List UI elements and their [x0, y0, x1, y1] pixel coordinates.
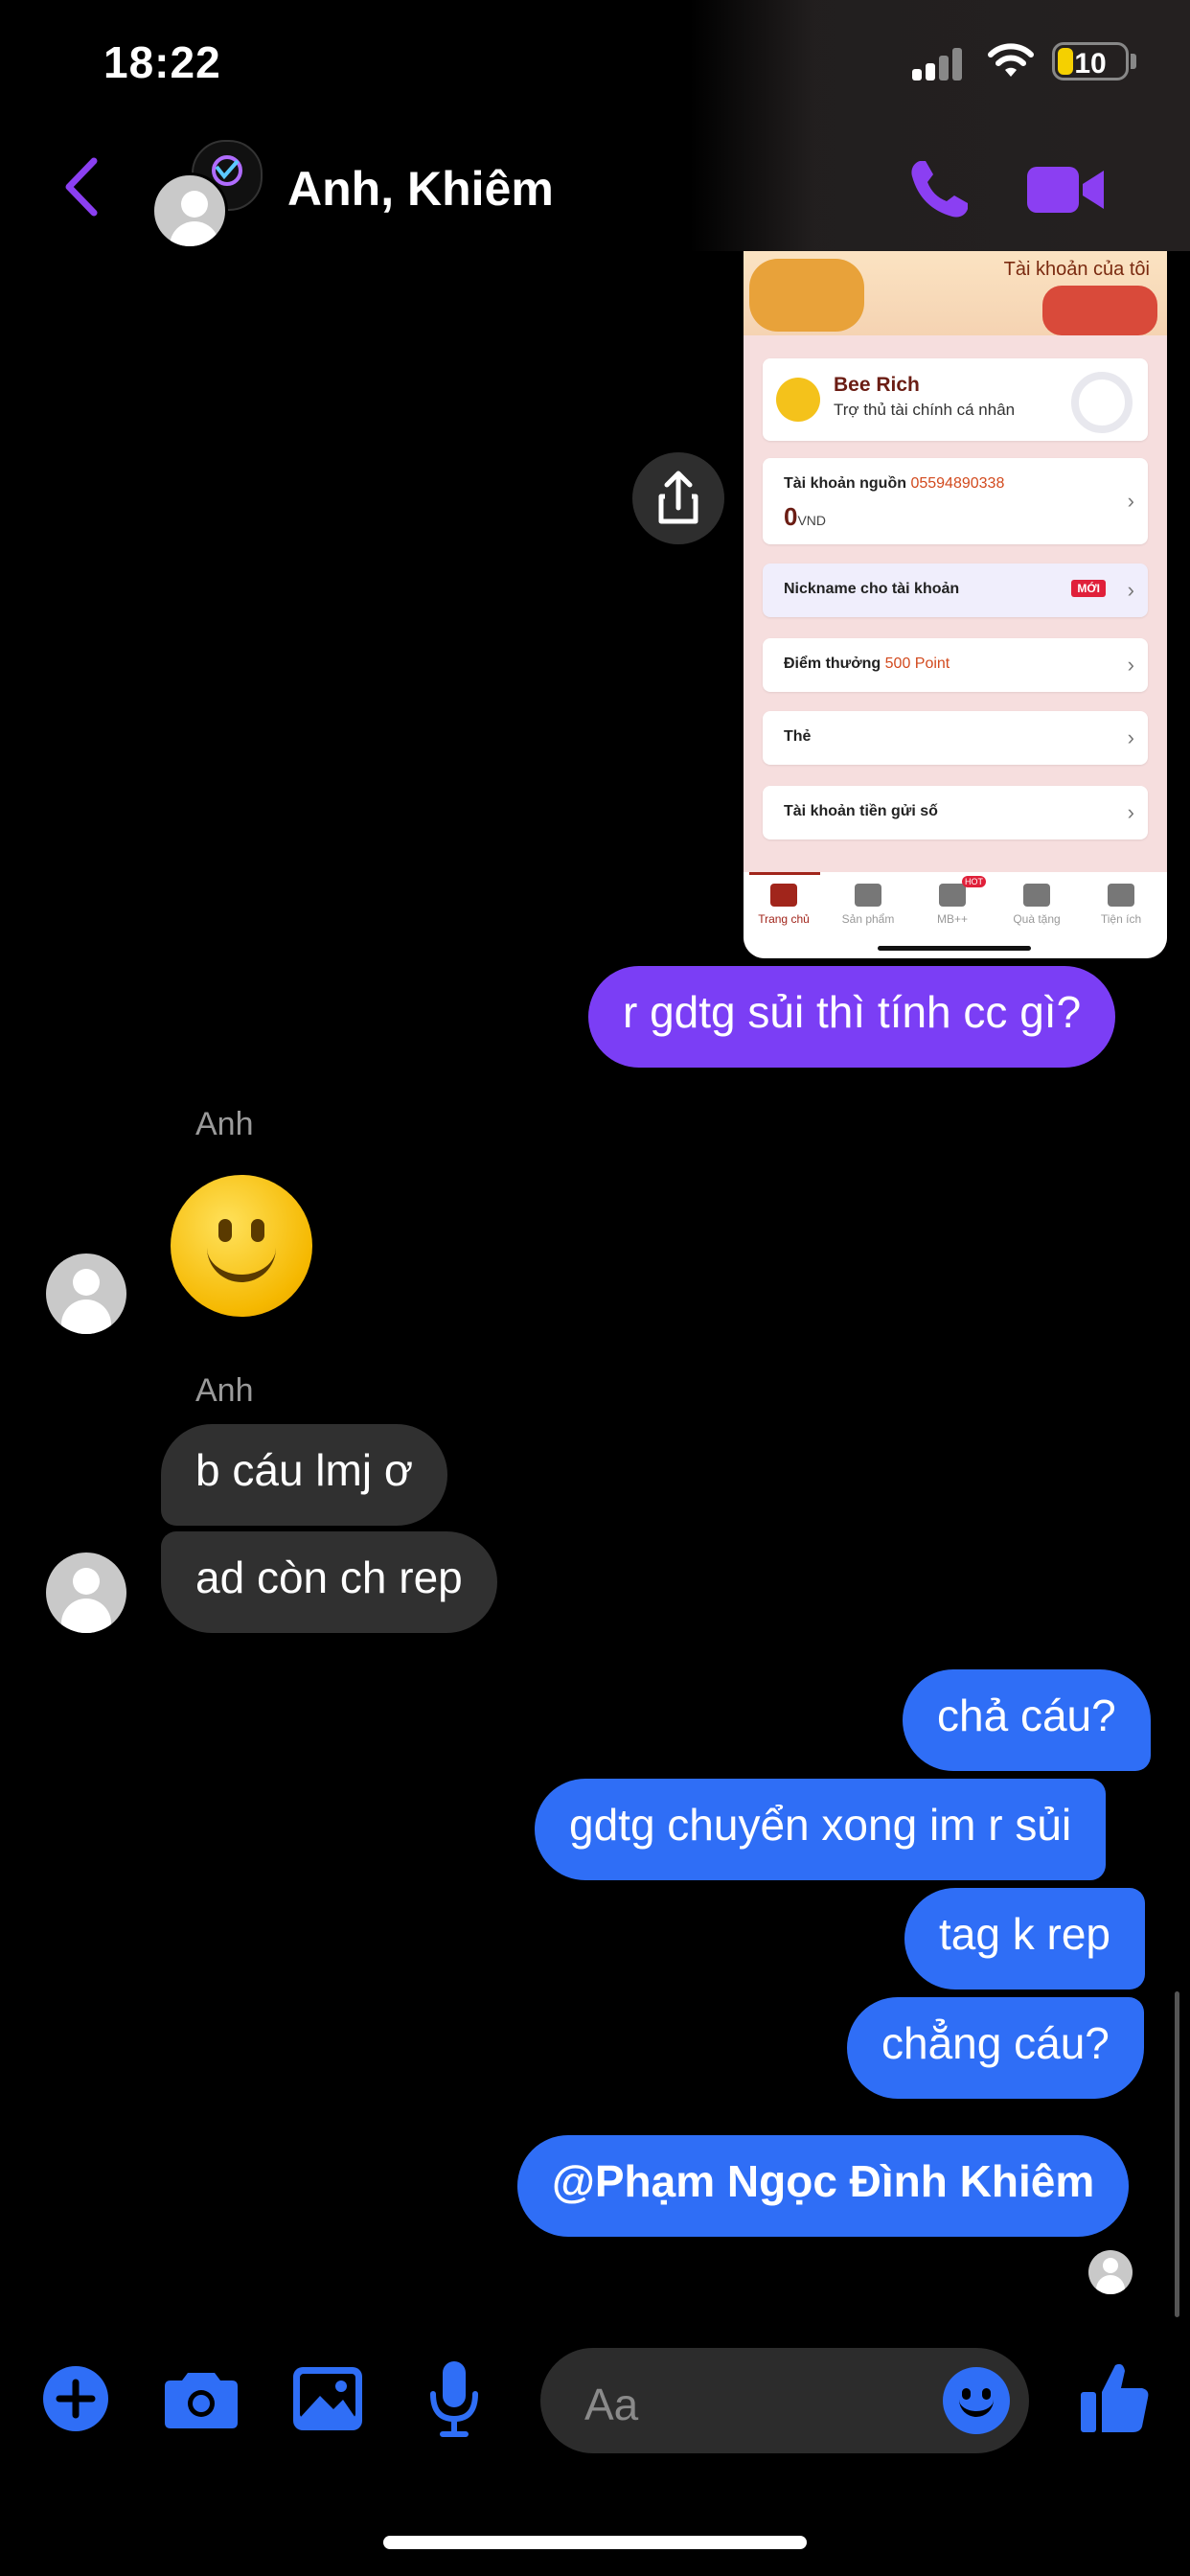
- message-input-placeholder: Aa: [584, 2380, 639, 2429]
- nickname-card[interactable]: Nickname cho tài khoản MỚI ›: [763, 564, 1148, 617]
- chevron-right-icon: ›: [1127, 489, 1134, 513]
- tab-home[interactable]: Trang chủ: [745, 884, 822, 926]
- bee-avatar: [776, 378, 820, 422]
- back-chevron-icon[interactable]: [57, 153, 105, 220]
- card-row[interactable]: Thẻ ›: [763, 711, 1148, 765]
- avatar[interactable]: [46, 1254, 126, 1334]
- tab-products[interactable]: Sản phẩm: [830, 884, 906, 926]
- plus-icon[interactable]: [40, 2363, 111, 2434]
- profile-name: Bee Rich: [834, 374, 920, 396]
- chevron-right-icon: ›: [1127, 578, 1134, 602]
- banner-title: Tài khoản của tôi: [1003, 259, 1150, 280]
- grid-icon: [1108, 884, 1134, 907]
- image-banner: Tài khoản của tôi: [744, 251, 1167, 335]
- gift-card-icon: [1023, 884, 1050, 907]
- source-account-number: 05594890338: [910, 475, 1005, 492]
- message-bubble-outgoing[interactable]: chả cáu?: [903, 1669, 1151, 1771]
- message-bubble-outgoing[interactable]: r gdtg sủi thì tính cc gì?: [588, 966, 1116, 1068]
- tab-label: Trang chủ: [758, 912, 810, 926]
- thumbs-up-icon[interactable]: [1081, 2359, 1150, 2434]
- new-badge: MỚI: [1071, 580, 1106, 597]
- points-label: Điểm thưởng: [784, 656, 881, 672]
- message-bubble-outgoing[interactable]: chẳng cáu?: [847, 1997, 1144, 2099]
- avatar[interactable]: [46, 1552, 126, 1633]
- folder-icon: [855, 884, 881, 907]
- home-indicator: [383, 2536, 807, 2549]
- mention-message-bubble[interactable]: @Phạm Ngọc Đình Khiêm: [517, 2135, 1130, 2237]
- tab-label: Tiện ích: [1100, 912, 1142, 926]
- message-bubble-outgoing[interactable]: tag k rep: [904, 1888, 1145, 1990]
- savings-card[interactable]: Tài khoản tiền gửi số ›: [763, 786, 1148, 840]
- hot-badge: HOT: [962, 876, 986, 887]
- image-home-indicator: [878, 946, 1031, 951]
- tab-label: Quà tặng: [1013, 912, 1061, 926]
- battery-tip: [1131, 54, 1136, 69]
- tab-gifts[interactable]: Quà tặng: [998, 884, 1075, 926]
- points-card[interactable]: Điểm thưởng 500 Point ›: [763, 638, 1148, 692]
- progress-ring: [1071, 372, 1133, 433]
- share-icon: [658, 471, 698, 524]
- battery-level: 10: [1074, 48, 1107, 80]
- source-account-card[interactable]: Tài khoản nguồn 05594890338 0VND ›: [763, 458, 1148, 544]
- message-bubble-incoming[interactable]: b cáu lmj ơ: [161, 1424, 448, 1526]
- group-avatar[interactable]: [151, 140, 266, 249]
- tab-label: MB++: [936, 912, 968, 926]
- nickname-label: Nickname cho tài khoản: [784, 581, 960, 597]
- source-account-label: Tài khoản nguồn: [784, 475, 906, 492]
- image-tab-bar: Trang chủ Sản phẩm MB++ HOT Quà tặng Tiệ…: [744, 872, 1167, 958]
- points-value: 500 Point: [884, 656, 950, 672]
- chevron-right-icon: ›: [1127, 653, 1134, 677]
- profile-card[interactable]: Bee Rich Trợ thủ tài chính cá nhân: [763, 358, 1148, 441]
- smiling-face-emoji[interactable]: [171, 1175, 312, 1317]
- account-balance: 0: [784, 502, 798, 531]
- phone-call-icon[interactable]: [906, 155, 973, 222]
- wifi-icon: [988, 43, 1034, 77]
- chevron-right-icon: ›: [1127, 725, 1134, 749]
- tab-mbplus[interactable]: MB++ HOT: [914, 876, 991, 926]
- camera-icon[interactable]: [165, 2367, 238, 2430]
- cellular-signal-icon: [912, 48, 964, 80]
- read-receipt-avatar: [1088, 2250, 1133, 2294]
- member-avatar: [151, 172, 228, 249]
- status-time: 18:22: [103, 37, 221, 87]
- microphone-icon[interactable]: [427, 2361, 481, 2438]
- chevron-right-icon: ›: [1127, 800, 1134, 824]
- kids-illustration: [1042, 286, 1157, 335]
- profile-subtitle: Trợ thủ tài chính cá nhân: [834, 401, 1016, 419]
- emoji-icon[interactable]: [943, 2367, 1010, 2434]
- tab-utilities[interactable]: Tiện ích: [1083, 884, 1159, 926]
- card-label: Thẻ: [784, 728, 812, 745]
- video-call-icon[interactable]: [1027, 161, 1104, 218]
- active-tab-indicator: [749, 872, 820, 875]
- battery-icon: 10: [1052, 42, 1129, 80]
- sender-name: Anh: [195, 1106, 254, 1142]
- home-icon: [770, 884, 797, 907]
- balance-currency: VND: [797, 513, 827, 528]
- sender-name: Anh: [195, 1372, 254, 1409]
- conversation-title[interactable]: Anh, Khiêm: [287, 161, 554, 217]
- share-button[interactable]: [632, 452, 724, 544]
- scrollbar[interactable]: [1175, 1991, 1179, 2317]
- shared-image[interactable]: Tài khoản của tôi Bee Rich Trợ thủ tài c…: [744, 251, 1167, 958]
- lion-dance-illustration: [749, 259, 864, 332]
- gallery-icon[interactable]: [293, 2367, 362, 2430]
- message-bubble-outgoing[interactable]: gdtg chuyển xong im r sủi: [535, 1779, 1107, 1880]
- message-bubble-incoming[interactable]: ad còn ch rep: [161, 1531, 497, 1633]
- tab-label: Sản phẩm: [841, 912, 895, 926]
- gift-box-icon: [939, 884, 966, 907]
- savings-label: Tài khoản tiền gửi số: [784, 803, 938, 819]
